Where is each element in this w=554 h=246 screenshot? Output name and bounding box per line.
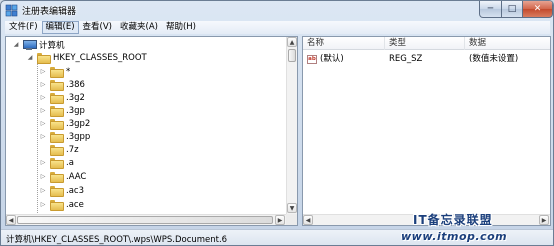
tree-node-key[interactable]: ▷ *: [39, 65, 70, 78]
minimize-icon: ─: [487, 4, 494, 14]
tree-node-key[interactable]: ▷ .3gpp: [39, 130, 90, 143]
tree-node-key[interactable]: ▷ .3gp: [39, 104, 85, 117]
window-title: 注册表编辑器: [22, 7, 77, 17]
list-row[interactable]: ab (默认) REG_SZ (数值未设置): [303, 53, 550, 66]
list-header: 名称 类型 数据: [303, 37, 550, 50]
scroll-up-button[interactable]: ▲: [287, 37, 297, 47]
tree-node-key[interactable]: .7z: [39, 143, 79, 156]
expand-icon[interactable]: ▷: [39, 106, 47, 115]
key-tree-pane[interactable]: ◢ 计算机 ◢ HKEY_CLASSES_ROOT ▷ * ▷ .386 ▷ .…: [5, 36, 298, 226]
folder-icon: [50, 186, 64, 197]
menu-edit[interactable]: 编辑(E): [41, 21, 79, 34]
title-bar[interactable]: 注册表编辑器 ─ □ ✕: [1, 1, 553, 20]
menu-help[interactable]: 帮助(H): [162, 21, 200, 34]
menu-favorites[interactable]: 收藏夹(A): [116, 21, 162, 34]
tree-node-label: .AAC: [66, 171, 87, 182]
tree-node-label: .a: [66, 157, 74, 168]
expand-icon[interactable]: ▷: [39, 80, 47, 89]
scroll-down-button[interactable]: ▼: [287, 203, 297, 213]
scroll-thumb[interactable]: [17, 216, 273, 224]
folder-icon: [50, 158, 64, 169]
tree-node-key[interactable]: ▷ .ac3: [39, 184, 84, 197]
menu-view[interactable]: 查看(V): [79, 21, 116, 34]
column-header-type[interactable]: 类型: [385, 37, 465, 50]
watermark: IT备忘录联盟 www.itmop.com: [399, 211, 553, 245]
collapse-icon[interactable]: ◢: [12, 40, 20, 49]
tree-node-key[interactable]: ▷ .ace: [39, 198, 84, 211]
folder-icon: [50, 132, 64, 143]
tree-node-label: 计算机: [39, 40, 65, 51]
folder-icon: [50, 119, 64, 130]
tree-node-label: .3gp2: [66, 118, 91, 129]
tree-node-label: HKEY_CLASSES_ROOT: [53, 52, 147, 63]
tree-node-key[interactable]: ▷ .a: [39, 156, 74, 169]
value-type: REG_SZ: [389, 54, 423, 64]
folder-icon: [50, 67, 64, 78]
folder-icon: [50, 93, 64, 104]
expand-icon[interactable]: ▷: [39, 67, 47, 76]
folder-icon: [50, 172, 64, 183]
tree-vertical-scrollbar[interactable]: ▲ ▼: [286, 37, 297, 214]
minimize-button[interactable]: ─: [479, 1, 502, 18]
tree-node-label: .3g2: [66, 92, 85, 103]
tree-node-label: .3gp: [66, 105, 85, 116]
tree-node-key[interactable]: ▷ .AAC: [39, 170, 86, 183]
expand-icon[interactable]: ▷: [39, 200, 47, 209]
watermark-url: www.itmop.com: [401, 230, 508, 243]
scroll-corner: [286, 214, 297, 225]
tree-node-key[interactable]: ▷ .3g2: [39, 91, 85, 104]
tree-node-label: .ace: [66, 199, 84, 210]
tree-node-label: .3gpp: [66, 131, 91, 142]
tree-horizontal-scrollbar[interactable]: ◀ ▶: [6, 214, 286, 225]
menu-file[interactable]: 文件(F): [5, 21, 42, 34]
tree-guide-line: [37, 63, 38, 213]
string-value-icon: ab: [307, 55, 317, 64]
expand-icon[interactable]: ▷: [39, 186, 47, 195]
registry-editor-window: 注册表编辑器 ─ □ ✕ 文件(F) 编辑(E) 查看(V) 收藏夹(A) 帮助…: [0, 0, 554, 246]
expand-icon[interactable]: ▷: [39, 158, 47, 167]
watermark-title: IT备忘录联盟: [413, 213, 493, 227]
close-button[interactable]: ✕: [522, 1, 553, 18]
tree-node-label: .386: [66, 79, 85, 90]
value-name: (默认): [320, 54, 344, 64]
expand-icon[interactable]: ▷: [39, 93, 47, 102]
tree-node-key[interactable]: ▷ .386: [39, 78, 85, 91]
scroll-left-button[interactable]: ◀: [303, 215, 313, 225]
tree-node-hkey-classes-root[interactable]: ◢ HKEY_CLASSES_ROOT: [26, 51, 147, 64]
collapse-icon[interactable]: ◢: [26, 53, 34, 62]
close-icon: ✕: [533, 4, 542, 14]
tree-node-label: *: [66, 66, 71, 77]
tree-node-label: .7z: [66, 144, 79, 155]
expand-icon[interactable]: ▷: [39, 119, 47, 128]
folder-icon: [50, 145, 64, 156]
scroll-right-button[interactable]: ▶: [275, 215, 285, 225]
registry-editor-icon: [5, 4, 18, 17]
expand-icon[interactable]: ▷: [39, 172, 47, 181]
tree-node-key[interactable]: ▷ .3gp2: [39, 117, 90, 130]
column-header-name[interactable]: 名称: [303, 37, 385, 50]
expand-icon[interactable]: ▷: [39, 132, 47, 141]
tree-node-label: .ac3: [66, 185, 84, 196]
maximize-icon: □: [507, 4, 517, 14]
value-data: (数值未设置): [469, 54, 519, 64]
status-path: 计算机\HKEY_CLASSES_ROOT\.wps\WPS.Document.…: [6, 235, 228, 245]
maximize-button[interactable]: □: [501, 1, 523, 18]
computer-icon: [23, 39, 37, 50]
menu-bar: 文件(F) 编辑(E) 查看(V) 收藏夹(A) 帮助(H): [5, 21, 550, 34]
scroll-left-button[interactable]: ◀: [6, 215, 16, 225]
folder-icon: [50, 106, 64, 117]
column-header-data[interactable]: 数据: [465, 37, 550, 50]
values-list-pane[interactable]: 名称 类型 数据 ab (默认) REG_SZ (数值未设置) ◀ ▶: [302, 36, 551, 226]
folder-icon: [37, 53, 51, 64]
tree-node-computer[interactable]: ◢ 计算机: [12, 38, 65, 51]
folder-icon: [50, 80, 64, 91]
folder-icon: [50, 200, 64, 211]
scroll-thumb[interactable]: [288, 49, 296, 62]
